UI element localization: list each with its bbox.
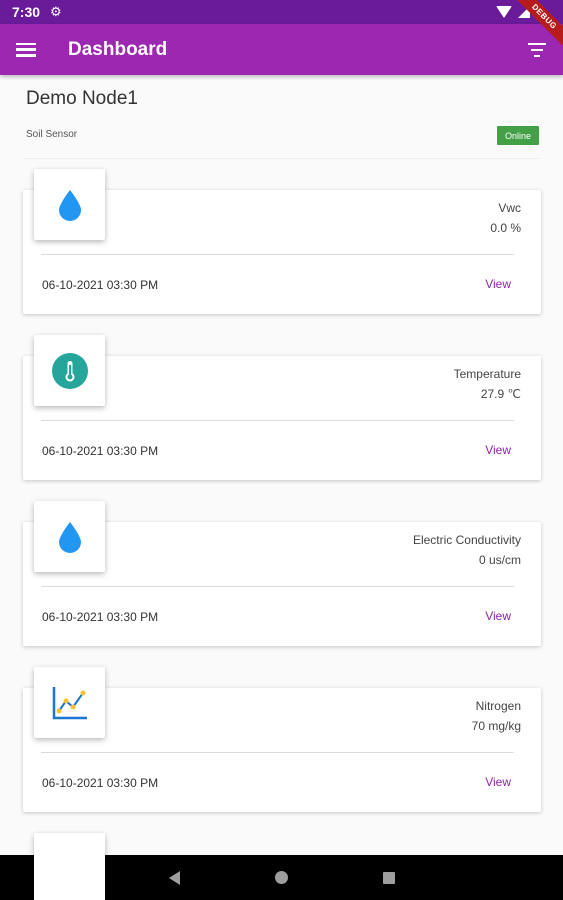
debug-banner: DEBUG	[503, 0, 563, 60]
sensor-value: 0.0 %	[490, 221, 521, 235]
water-drop-icon	[34, 169, 105, 240]
sensor-timestamp: 06-10-2021 03:30 PM	[42, 610, 159, 624]
card-divider	[41, 254, 514, 255]
gear-icon: ⚙	[50, 4, 62, 19]
sensor-label: Temperature	[453, 367, 521, 381]
sensor-icon-partial	[34, 833, 105, 900]
back-icon[interactable]	[168, 870, 180, 885]
sensor-timestamp: 06-10-2021 03:30 PM	[42, 776, 159, 790]
water-drop-icon	[34, 501, 105, 572]
header-divider	[24, 158, 540, 159]
page-title: Dashboard	[68, 38, 168, 60]
card-divider	[41, 586, 514, 587]
sensor-label: Vwc	[498, 201, 521, 215]
home-icon[interactable]	[274, 871, 288, 884]
card-divider	[41, 752, 514, 753]
thermometer-icon	[34, 335, 105, 406]
status-badge: Online	[497, 126, 539, 145]
sensor-label: Electric Conductivity	[412, 533, 521, 547]
node-name: Demo Node1	[26, 88, 138, 109]
view-button[interactable]: View	[485, 277, 511, 291]
view-button[interactable]: View	[485, 443, 511, 457]
sensor-label: Nitrogen	[475, 699, 521, 713]
view-button[interactable]: View	[485, 775, 511, 789]
status-time: 7:30	[12, 4, 41, 20]
sensor-timestamp: 06-10-2021 03:30 PM	[42, 278, 159, 292]
app-bar: Dashboard	[0, 24, 563, 75]
sensor-timestamp: 06-10-2021 03:30 PM	[42, 444, 159, 458]
view-button[interactable]: View	[485, 609, 511, 623]
debug-label: DEBUG	[507, 0, 563, 54]
sensor-value: 27.9 ℃	[480, 387, 521, 401]
node-type: Soil Sensor	[26, 129, 78, 140]
menu-icon[interactable]	[16, 42, 36, 57]
sensor-value: 70 mg/kg	[471, 719, 521, 733]
card-divider	[41, 420, 514, 421]
status-bar: 7:30 ⚙	[0, 0, 563, 24]
recent-apps-icon[interactable]	[382, 871, 395, 884]
sensor-value: 0 us/cm	[478, 553, 521, 567]
line-chart-icon	[34, 667, 105, 738]
